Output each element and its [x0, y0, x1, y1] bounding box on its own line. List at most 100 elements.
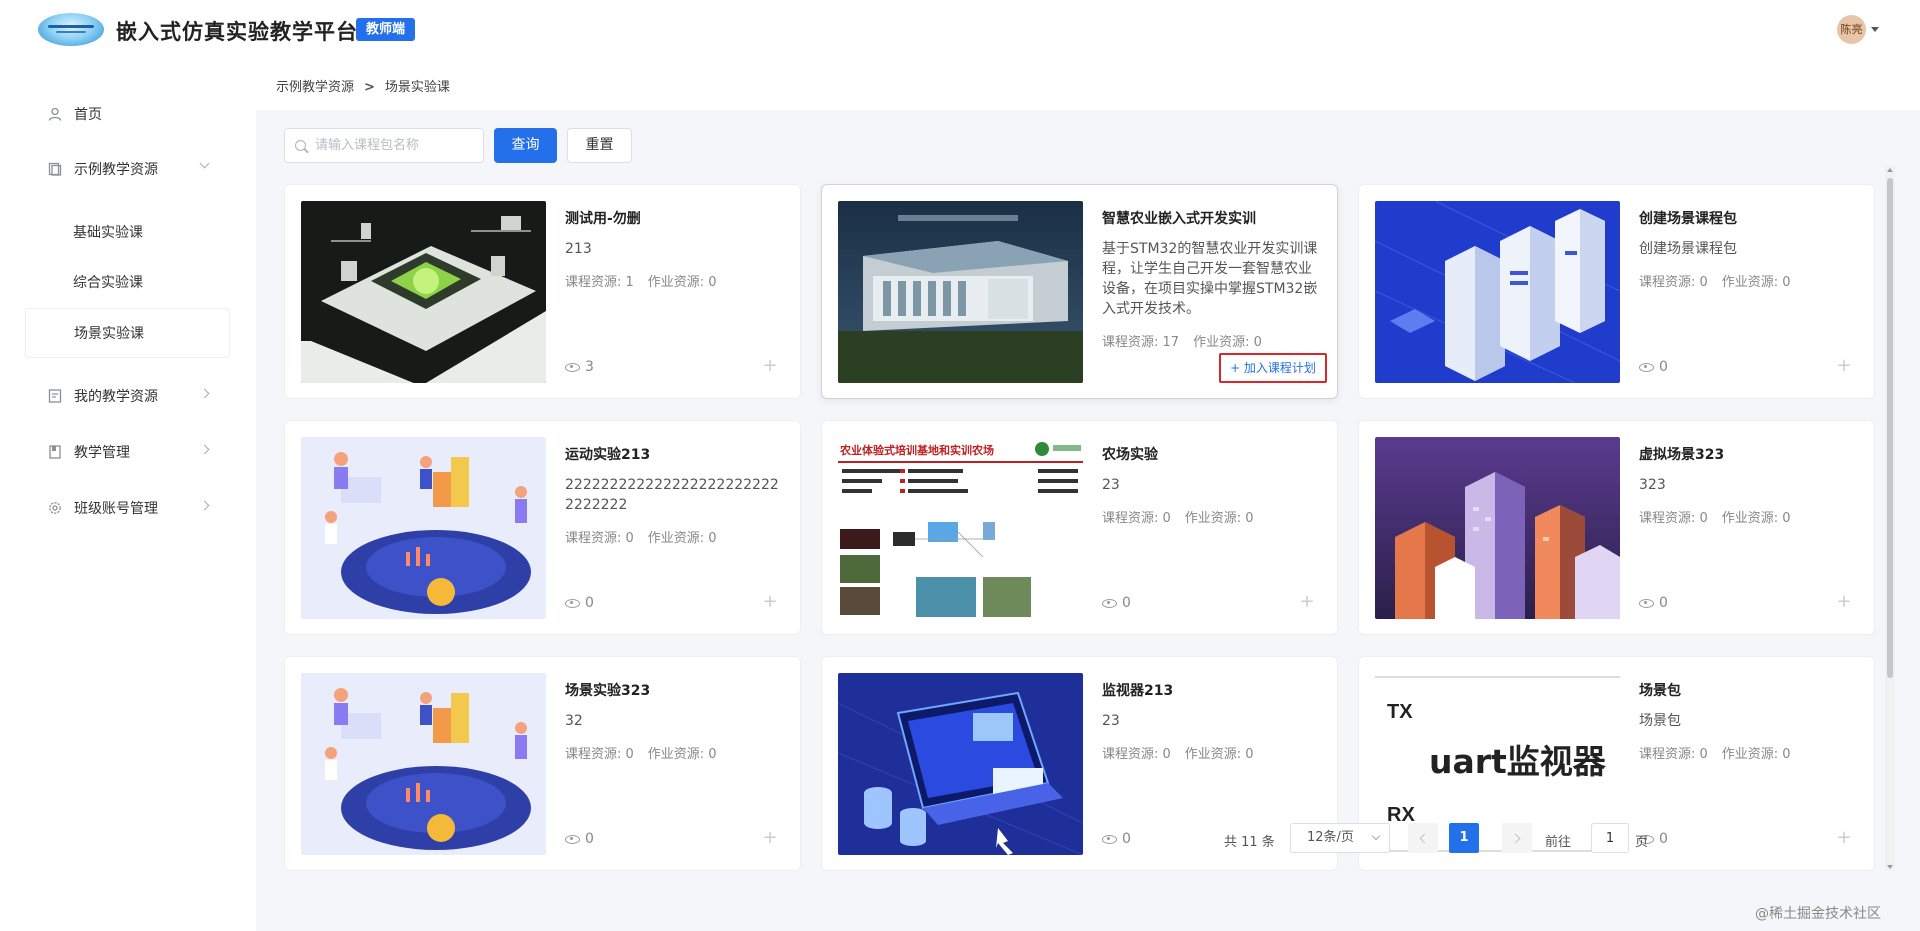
- course-card[interactable]: 创建场景课程包 创建场景课程包 课程资源: 0 作业资源: 0 0 +: [1358, 184, 1875, 399]
- search-input[interactable]: [315, 129, 475, 162]
- card-description: 23: [1102, 713, 1120, 729]
- top-header: 嵌入式仿真实验教学平台 教师端 陈亮: [0, 0, 1920, 58]
- caret-down-icon[interactable]: [1871, 27, 1879, 32]
- sidebar-subitem-basic[interactable]: 基础实验课: [25, 208, 230, 258]
- course-thumbnail-chip: [301, 201, 546, 383]
- card-stats: 课程资源: 0 作业资源: 0: [1639, 507, 1791, 526]
- scrollbar-thumb[interactable]: [1887, 178, 1893, 678]
- reset-button[interactable]: 重置: [567, 128, 632, 163]
- card-title: 农场实验: [1102, 447, 1158, 463]
- card-description: 2222222222222222222222222222222: [565, 477, 779, 513]
- eye-icon: [1639, 598, 1654, 608]
- homework-resource-count: 作业资源: 0: [1721, 511, 1791, 526]
- card-description: 23: [1102, 477, 1120, 493]
- card-stats: 课程资源: 0 作业资源: 0: [1639, 271, 1791, 290]
- card-stats: 课程资源: 0 作业资源: 0: [1102, 743, 1254, 762]
- add-icon[interactable]: +: [1297, 593, 1317, 613]
- sidebar-item-teaching-management[interactable]: 教学管理: [25, 429, 230, 475]
- page-number-current[interactable]: 1: [1449, 823, 1479, 853]
- card-stats: 课程资源: 17 作业资源: 0: [1102, 331, 1262, 350]
- add-icon[interactable]: +: [1834, 829, 1854, 849]
- breadcrumb-current: 场景实验课: [384, 80, 450, 95]
- card-title: 运动实验213: [565, 447, 651, 463]
- goto-label: 前往: [1545, 835, 1572, 850]
- goto-page-input[interactable]: [1591, 823, 1629, 853]
- pagination-total: 共 11 条: [1224, 835, 1275, 850]
- card-stats: 课程资源: 0 作业资源: 0: [565, 527, 717, 546]
- card-views: 0: [565, 831, 594, 847]
- card-description: 创建场景课程包: [1639, 241, 1737, 257]
- homework-resource-count: 作业资源: 0: [647, 747, 717, 762]
- add-to-course-plan-button[interactable]: + 加入课程计划: [1219, 353, 1327, 383]
- view-count: 0: [1659, 359, 1668, 375]
- card-description: 213: [565, 241, 592, 257]
- eye-icon: [565, 362, 580, 372]
- search-box: [284, 128, 484, 163]
- page-size-value: 12条/页: [1307, 830, 1354, 845]
- card-stats: 课程资源: 1 作业资源: 0: [565, 271, 717, 290]
- chevron-down-icon: [1371, 831, 1381, 841]
- uart-tx-label: TX: [1387, 701, 1413, 723]
- card-description: 32: [565, 713, 583, 729]
- card-stats: 课程资源: 0 作业资源: 0: [1102, 507, 1254, 526]
- sidebar-item-sample-resources[interactable]: 示例教学资源: [25, 146, 230, 192]
- vertical-scrollbar[interactable]: [1885, 166, 1895, 871]
- breadcrumb-parent[interactable]: 示例教学资源: [276, 80, 354, 95]
- search-icon: [295, 140, 306, 151]
- app-title: 嵌入式仿真实验教学平台: [116, 20, 358, 44]
- sidebar-item-label: 我的教学资源: [74, 389, 158, 405]
- user-avatar[interactable]: 陈亮: [1837, 15, 1866, 44]
- view-count: 3: [585, 359, 594, 375]
- chevron-right-icon: [199, 388, 210, 399]
- course-card[interactable]: 运动实验213 2222222222222222222222222222222 …: [284, 420, 801, 635]
- course-card[interactable]: 智慧农业嵌入式开发实训 基于STM32的智慧农业开发实训课程，让学生自己开发一套…: [821, 184, 1338, 399]
- sidebar-item-home[interactable]: 首页: [25, 91, 230, 137]
- course-card[interactable]: 虚拟场景323 323 课程资源: 0 作业资源: 0 0 +: [1358, 420, 1875, 635]
- watermark: @稀土掘金技术社区: [1755, 906, 1881, 922]
- eye-icon: [565, 834, 580, 844]
- card-title: 创建场景课程包: [1639, 211, 1737, 227]
- sidebar-item-my-resources[interactable]: 我的教学资源: [25, 373, 230, 419]
- sidebar-item-class-accounts[interactable]: 班级账号管理: [25, 485, 230, 531]
- prev-page-button[interactable]: [1408, 823, 1438, 853]
- view-count: 0: [1122, 595, 1131, 611]
- sidebar-subitem-comprehensive[interactable]: 综合实验课: [25, 258, 230, 308]
- breadcrumb-separator: >: [364, 80, 375, 95]
- add-icon[interactable]: +: [1834, 593, 1854, 613]
- add-icon[interactable]: +: [760, 357, 780, 377]
- document-icon: [48, 389, 62, 403]
- add-icon[interactable]: +: [760, 593, 780, 613]
- card-views: 0: [1639, 359, 1668, 375]
- farm-banner-text: 农业体验式培训基地和实训农场: [839, 443, 994, 457]
- homework-resource-count: 作业资源: 0: [1184, 511, 1254, 526]
- gear-icon: [48, 501, 62, 515]
- course-card[interactable]: 测试用-勿删 213 课程资源: 1 作业资源: 0 3 +: [284, 184, 801, 399]
- chevron-right-icon: [199, 444, 210, 455]
- course-resource-count: 课程资源: 0: [565, 747, 634, 762]
- card-description: 基于STM32的智慧农业开发实训课程，让学生自己开发一套智慧农业设备，在项目实操…: [1102, 241, 1318, 317]
- card-title: 监视器213: [1102, 683, 1174, 699]
- chevron-down-icon: [199, 158, 210, 169]
- add-icon[interactable]: +: [1834, 357, 1854, 377]
- view-count: 0: [585, 831, 594, 847]
- scroll-down-icon[interactable]: [1887, 865, 1893, 869]
- card-title: 智慧农业嵌入式开发实训: [1102, 211, 1256, 227]
- course-card[interactable]: 场景实验323 32 课程资源: 0 作业资源: 0 0 +: [284, 656, 801, 871]
- scroll-up-icon[interactable]: [1887, 168, 1893, 172]
- eye-icon: [1639, 362, 1654, 372]
- course-resource-count: 课程资源: 0: [1639, 511, 1708, 526]
- breadcrumb-bar: 示例教学资源 > 场景实验课: [256, 58, 1920, 110]
- sidebar-item-label: 教学管理: [74, 445, 130, 461]
- page-size-select[interactable]: 12条/页: [1290, 823, 1390, 853]
- platform-logo[interactable]: [38, 13, 104, 46]
- course-card[interactable]: 农业体验式培训基地和实训农场 农场实验 23 课程资源: 0 作业资源: 0 0 …: [821, 420, 1338, 635]
- sidebar-subitem-scene[interactable]: 场景实验课: [25, 308, 230, 358]
- card-views: 3: [565, 359, 594, 375]
- course-resource-count: 课程资源: 0: [1102, 511, 1171, 526]
- eye-icon: [1102, 598, 1117, 608]
- query-button[interactable]: 查询: [494, 128, 557, 163]
- add-icon[interactable]: +: [760, 829, 780, 849]
- homework-resource-count: 作业资源: 0: [647, 531, 717, 546]
- next-page-button[interactable]: [1502, 823, 1532, 853]
- card-views: 0: [1102, 831, 1131, 847]
